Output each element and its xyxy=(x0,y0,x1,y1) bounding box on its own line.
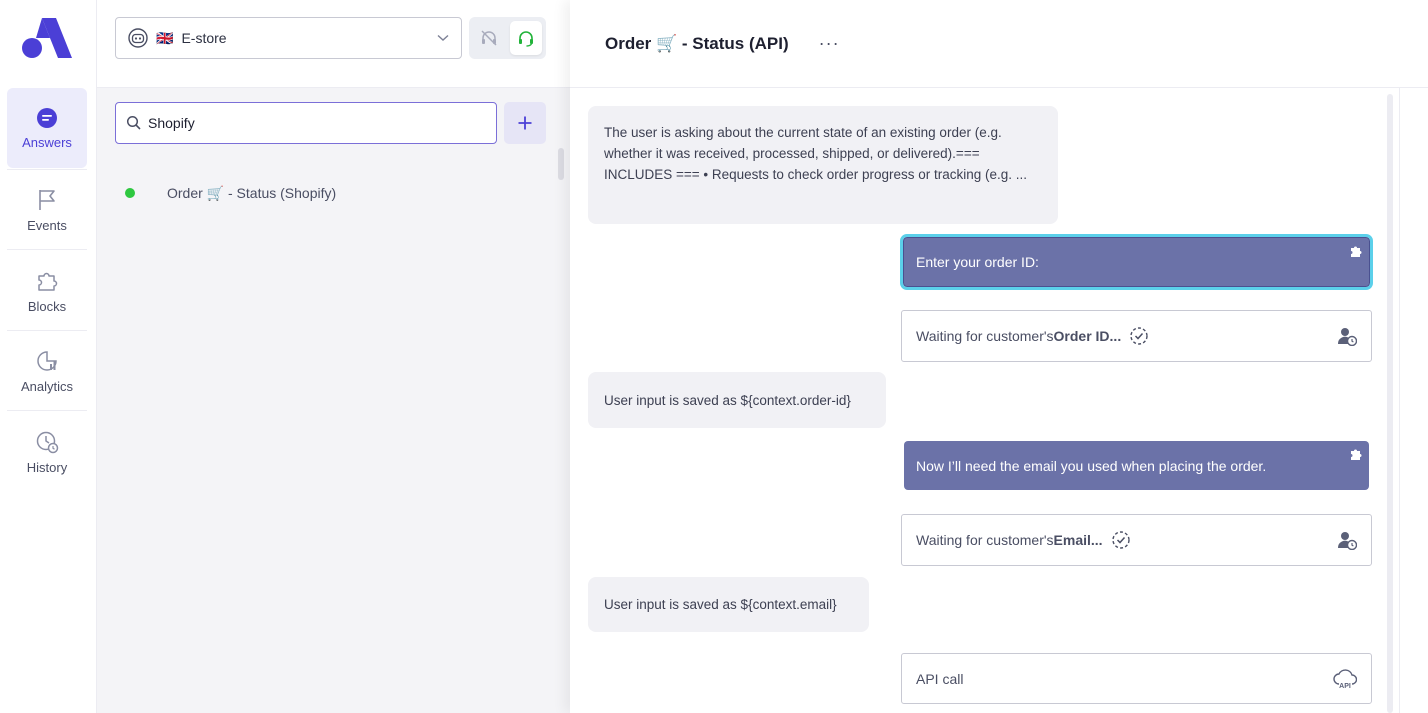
loading-check-icon xyxy=(1111,531,1130,549)
flag-icon xyxy=(39,189,55,210)
nav-divider xyxy=(7,249,87,250)
app-logo[interactable] xyxy=(22,16,72,60)
cloud-api-icon: API xyxy=(1333,668,1357,690)
bot-message-text: Enter your order ID: xyxy=(916,254,1039,270)
puzzle-icon xyxy=(1351,246,1362,257)
wait-input-order-id[interactable]: Waiting for customer's Order ID... xyxy=(901,310,1372,362)
search-input[interactable] xyxy=(148,115,478,131)
agent-on-button[interactable] xyxy=(509,21,542,55)
detail-title: Order 🛒 - Status (API) xyxy=(605,33,789,53)
store-flag: 🇬🇧 xyxy=(156,29,174,46)
bot-icon xyxy=(128,28,148,48)
api-call-label: API call xyxy=(916,670,964,687)
puzzle-icon xyxy=(38,272,58,291)
panel-divider xyxy=(1399,88,1400,713)
headset-off-icon xyxy=(481,30,497,46)
intent-text: The user is asking about the current sta… xyxy=(604,125,1028,182)
history-icon xyxy=(36,431,59,453)
saved-input-bubble[interactable]: User input is saved as ${context.email} xyxy=(588,577,869,632)
answers-panel-header: 🇬🇧 E-store xyxy=(97,0,570,88)
list-scrollbar[interactable] xyxy=(558,148,564,180)
wait-variable: Order ID... xyxy=(1053,328,1122,344)
detail-header: Order 🛒 - Status (API) ··· xyxy=(570,0,1428,88)
wait-variable: Email... xyxy=(1053,532,1103,548)
user-clock-icon xyxy=(1337,532,1357,550)
saved-input-bubble[interactable]: User input is saved as ${context.order-i… xyxy=(588,372,886,428)
search-icon xyxy=(126,115,141,130)
chat-bubble-icon xyxy=(37,107,57,128)
nav-rail: Answers Events Blocks Analytics History xyxy=(0,0,97,713)
nav-divider xyxy=(7,410,87,411)
more-options-button[interactable]: ··· xyxy=(819,33,840,54)
headset-icon xyxy=(518,31,533,47)
status-indicator xyxy=(125,188,135,198)
bot-message-text: Now I’ll need the email you used when pl… xyxy=(916,457,1267,474)
nav-label-events: Events xyxy=(27,217,67,233)
agent-off-button[interactable] xyxy=(473,21,506,55)
nav-item-analytics[interactable]: Analytics xyxy=(7,331,87,411)
plus-icon xyxy=(518,116,532,130)
search-field xyxy=(115,102,497,144)
store-select[interactable]: 🇬🇧 E-store xyxy=(115,17,462,59)
answer-list-item[interactable]: Order 🛒 - Status (Shopify) xyxy=(115,176,545,210)
analytics-icon xyxy=(37,350,57,371)
nav-item-events[interactable]: Events xyxy=(7,170,87,250)
api-call-block[interactable]: API call API xyxy=(901,653,1372,704)
nav-label-blocks: Blocks xyxy=(27,298,67,314)
wait-prefix: Waiting for customer's xyxy=(916,532,1054,548)
nav-label-analytics: Analytics xyxy=(20,378,74,394)
bot-message-order-id[interactable]: Enter your order ID: xyxy=(900,234,1373,290)
answers-panel: 🇬🇧 E-store Shopify Order 🛒 - Status (Sho… xyxy=(97,0,570,713)
intent-bubble[interactable]: The user is asking about the current sta… xyxy=(588,106,1058,224)
nav-item-history[interactable]: History xyxy=(7,412,87,492)
nav-label-history: History xyxy=(26,459,68,475)
nav-item-answers[interactable]: Answers xyxy=(7,88,87,168)
answer-title: Order 🛒 - Status (Shopify) xyxy=(167,184,337,201)
svg-text:API: API xyxy=(1339,683,1351,690)
loading-check-icon xyxy=(1130,327,1148,345)
flow-scrollbar[interactable] xyxy=(1387,94,1393,713)
agent-mode-toggle xyxy=(469,17,546,59)
answer-detail-panel: Order 🛒 - Status (API) ··· The user is a… xyxy=(570,0,1428,713)
nav-label-answers: Answers xyxy=(22,134,72,150)
saved-input-text: User input is saved as ${context.order-i… xyxy=(604,392,851,408)
chevron-down-icon xyxy=(437,34,449,41)
bot-message-email[interactable]: Now I’ll need the email you used when pl… xyxy=(904,441,1369,490)
wait-input-email[interactable]: Waiting for customer's Email... xyxy=(901,514,1372,566)
add-answer-button[interactable] xyxy=(504,102,546,144)
user-clock-icon xyxy=(1337,328,1357,346)
puzzle-icon xyxy=(1351,449,1362,460)
wait-prefix: Waiting for customer's xyxy=(916,328,1054,344)
saved-input-text: User input is saved as ${context.email} xyxy=(604,597,837,612)
nav-item-blocks[interactable]: Blocks xyxy=(7,251,87,331)
store-name: E-store xyxy=(181,30,227,46)
